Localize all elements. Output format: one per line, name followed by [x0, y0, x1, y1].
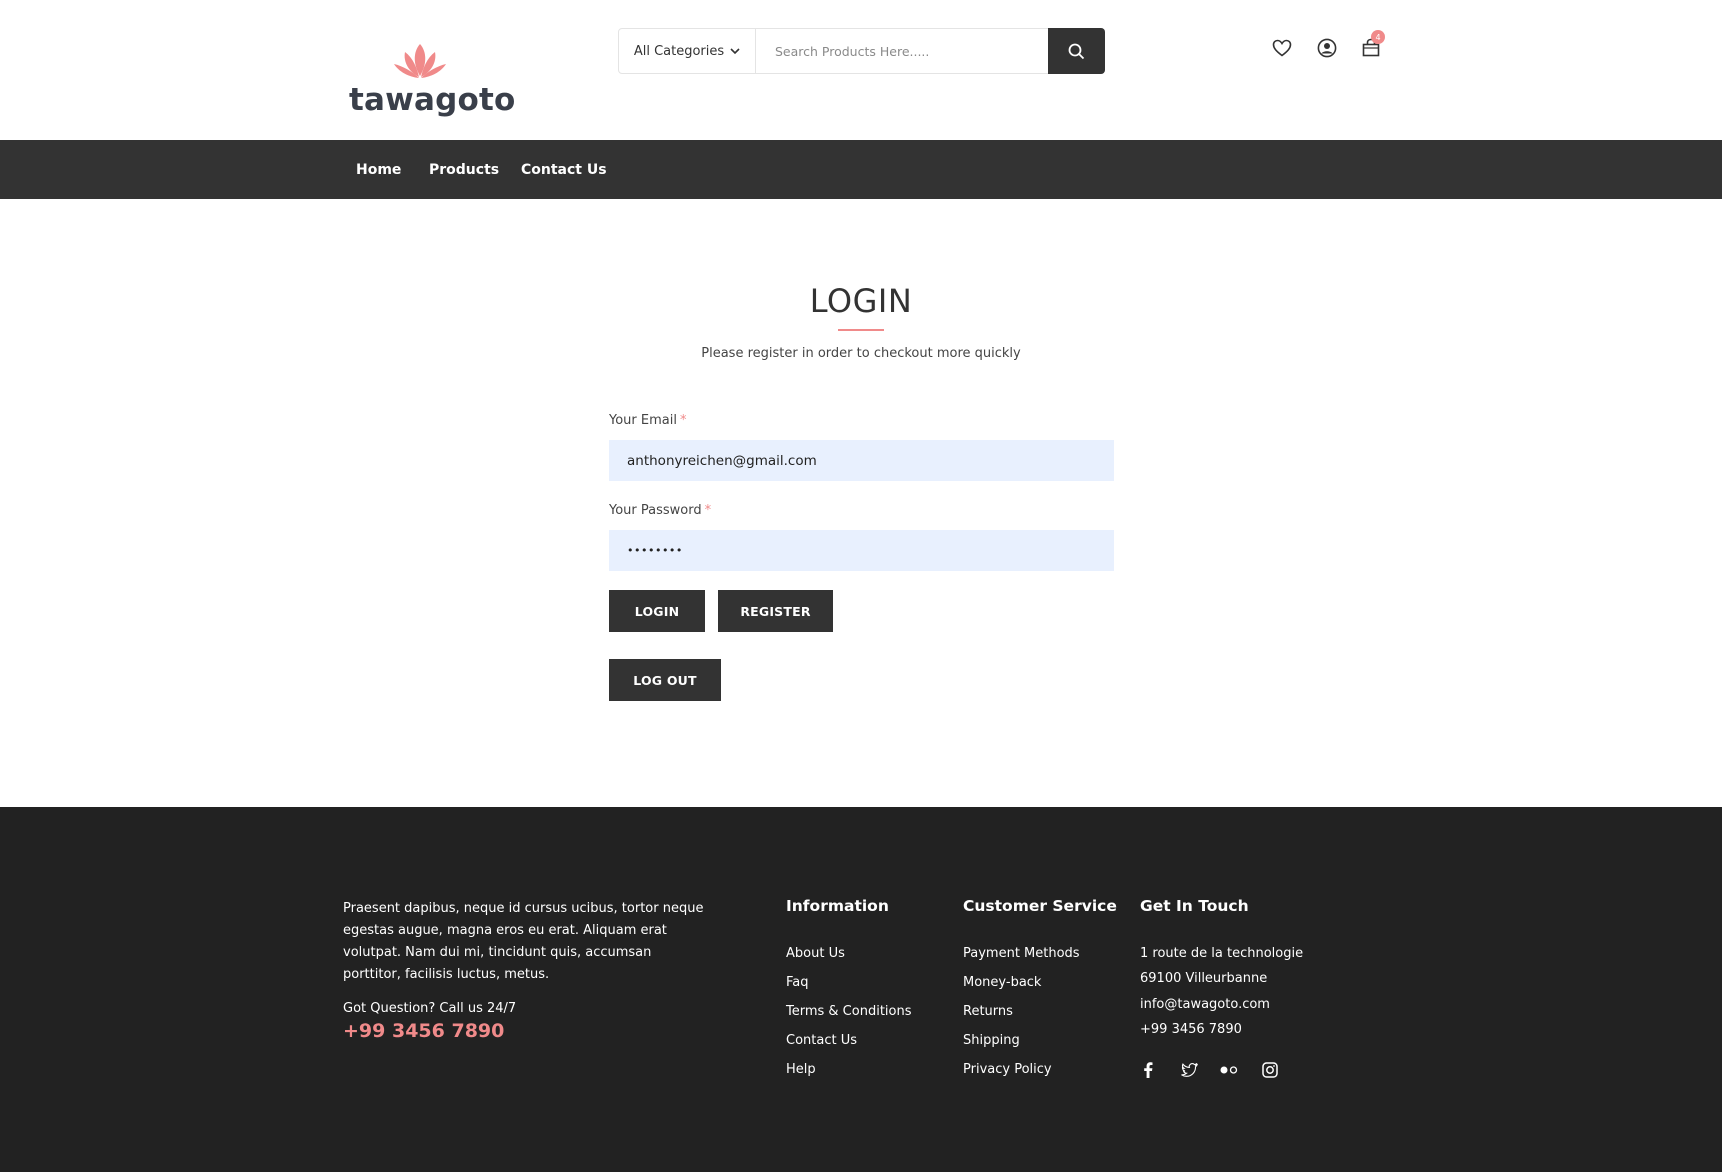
footer-customer-service-title: Customer Service	[963, 897, 1117, 915]
email-label: Your Email *	[609, 413, 686, 428]
required-mark: *	[704, 503, 712, 518]
logo-text: tawagoto	[349, 82, 516, 118]
chevron-down-icon	[730, 48, 740, 55]
footer-phone[interactable]: +99 3456 7890	[343, 1020, 504, 1042]
site-logo[interactable]: tawagoto	[349, 42, 515, 120]
search-button[interactable]	[1048, 28, 1105, 74]
login-button[interactable]: LOGIN	[609, 590, 705, 632]
footer-question: Got Question? Call us 24/7	[343, 1001, 517, 1016]
password-label: Your Password *	[609, 503, 711, 518]
header-icon-group	[1270, 36, 1385, 62]
category-select[interactable]: All Categories	[619, 29, 756, 73]
facebook-icon	[1144, 1062, 1153, 1078]
footer-link-returns[interactable]: Returns	[963, 1004, 1013, 1019]
search-icon	[1068, 43, 1085, 59]
lotus-logo-icon	[394, 44, 446, 78]
footer-address-line-1: 1 route de la technologie	[1140, 946, 1304, 961]
heart-icon	[1272, 39, 1292, 57]
email-label-text: Your Email	[609, 413, 677, 428]
email-field[interactable]: anthonyreichen@gmail.com	[609, 440, 1114, 481]
email-field-value: anthonyreichen@gmail.com	[627, 452, 817, 469]
nav-item-products[interactable]: Products	[429, 140, 499, 199]
site-footer: Praesent dapibus, neque id cursus ucibus…	[0, 807, 1722, 1172]
site-header: tawagoto All Categories 4	[0, 0, 1722, 140]
password-field[interactable]: ••••••••	[609, 530, 1114, 571]
user-icon	[1317, 38, 1337, 58]
footer-information-title: Information	[786, 897, 889, 915]
footer-get-in-touch-title: Get In Touch	[1140, 897, 1249, 915]
register-button[interactable]: REGISTER	[718, 590, 833, 632]
search-bar: All Categories	[618, 28, 1105, 74]
footer-link-terms[interactable]: Terms & Conditions	[786, 1004, 912, 1019]
page-subtitle: Please register in order to checkout mor…	[701, 346, 1021, 361]
footer-contact-phone[interactable]: +99 3456 7890	[1140, 1022, 1242, 1037]
footer-email[interactable]: info@tawagoto.com	[1140, 997, 1270, 1012]
required-mark: *	[679, 413, 687, 428]
footer-link-contact-us[interactable]: Contact Us	[786, 1033, 857, 1048]
search-input[interactable]	[757, 29, 1049, 73]
instagram-link[interactable]	[1260, 1060, 1280, 1080]
account-button[interactable]	[1315, 36, 1339, 60]
footer-link-about-us[interactable]: About Us	[786, 946, 845, 961]
page-title: LOGIN	[809, 282, 913, 320]
wishlist-button[interactable]	[1270, 36, 1294, 60]
cart-count-badge: 4	[1371, 30, 1385, 44]
main-nav: Home Products Contact Us	[0, 140, 1722, 199]
footer-link-money-back[interactable]: Money-back	[963, 975, 1041, 990]
facebook-link[interactable]	[1138, 1060, 1158, 1080]
footer-link-payment-methods[interactable]: Payment Methods	[963, 946, 1080, 961]
logout-button[interactable]: LOG OUT	[609, 659, 721, 701]
footer-link-shipping[interactable]: Shipping	[963, 1033, 1020, 1048]
instagram-icon	[1262, 1062, 1278, 1078]
password-field-value: ••••••••	[627, 544, 683, 557]
footer-about-text: Praesent dapibus, neque id cursus ucibus…	[343, 901, 704, 982]
password-label-text: Your Password	[609, 503, 702, 518]
nav-item-contact-us[interactable]: Contact Us	[521, 140, 607, 199]
twitter-link[interactable]	[1179, 1060, 1199, 1080]
category-select-label: All Categories	[633, 43, 725, 59]
footer-link-privacy-policy[interactable]: Privacy Policy	[963, 1062, 1052, 1077]
flickr-link[interactable]	[1219, 1060, 1239, 1080]
footer-link-faq[interactable]: Faq	[786, 975, 809, 990]
footer-address-line-2: 69100 Villeurbanne	[1140, 971, 1268, 986]
title-underline	[838, 329, 884, 331]
nav-item-home[interactable]: Home	[356, 140, 401, 199]
flickr-icon	[1220, 1066, 1238, 1074]
twitter-icon	[1180, 1063, 1198, 1077]
footer-link-help[interactable]: Help	[786, 1062, 816, 1077]
